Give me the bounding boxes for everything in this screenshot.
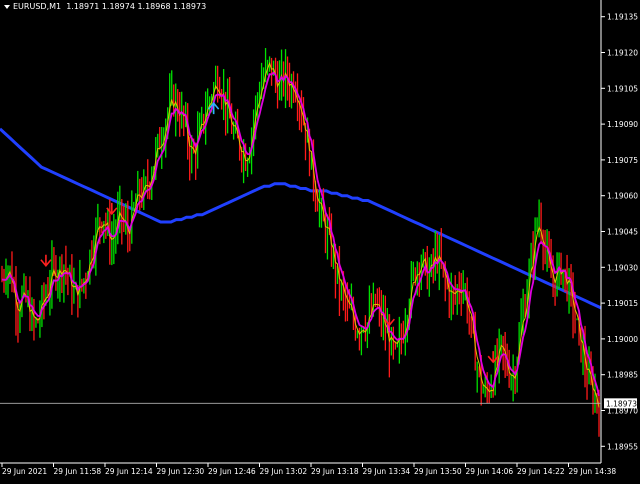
time-tick-label: 29 Jun 2021 <box>2 467 47 476</box>
price-tick-label: 1.19060 <box>607 192 638 201</box>
price-tick-label: 1.19030 <box>607 263 638 272</box>
price-tick-label: 1.19015 <box>607 299 638 308</box>
price-tick-label: 1.19120 <box>607 49 638 58</box>
triangle-down-icon[interactable] <box>4 4 10 9</box>
price-tick-label: 1.19090 <box>607 120 638 129</box>
price-tick-label: 1.19045 <box>607 228 638 237</box>
time-tick-label: 29 Jun 14:38 <box>569 467 617 476</box>
price-tick-label: 1.18985 <box>607 371 638 380</box>
chart-window[interactable]: 1.19135 1.19120 1.19105 1.19090 1.19075 1.190… <box>0 0 640 480</box>
price-tick-label: 1.19075 <box>607 156 638 165</box>
ohlc-readout: 1.18971 1.18974 1.18968 1.18973 <box>66 2 207 11</box>
time-tick-label: 29 Jun 13:34 <box>363 467 411 476</box>
price-tick-label: 1.18955 <box>607 442 638 451</box>
price-tick-label: 1.19135 <box>607 13 638 22</box>
time-tick-label: 29 Jun 13:50 <box>414 467 462 476</box>
chart-header: EURUSD,M1 1.18971 1.18974 1.18968 1.1897… <box>4 2 206 11</box>
time-tick-label: 29 Jun 12:46 <box>208 467 256 476</box>
time-tick-label: 29 Jun 14:06 <box>466 467 514 476</box>
current-price-label: 1.18973 <box>606 399 637 408</box>
ma-fast-line <box>1 71 600 397</box>
time-tick-label: 29 Jun 13:18 <box>311 467 359 476</box>
price-tick-label: 1.19105 <box>607 84 638 93</box>
time-tick-label: 29 Jun 13:02 <box>260 467 308 476</box>
time-tick-label: 29 Jun 12:14 <box>105 467 153 476</box>
time-tick-label: 29 Jun 11:58 <box>54 467 102 476</box>
time-tick-label: 29 Jun 14:22 <box>517 467 565 476</box>
symbol-label: EURUSD,M1 <box>13 2 62 11</box>
price-chart[interactable]: 1.19135 1.19120 1.19105 1.19090 1.19075 1.190… <box>0 0 640 480</box>
sell-arrow-icon <box>40 254 52 268</box>
time-tick-label: 29 Jun 12:30 <box>157 467 205 476</box>
price-tick-label: 1.19000 <box>607 335 638 344</box>
